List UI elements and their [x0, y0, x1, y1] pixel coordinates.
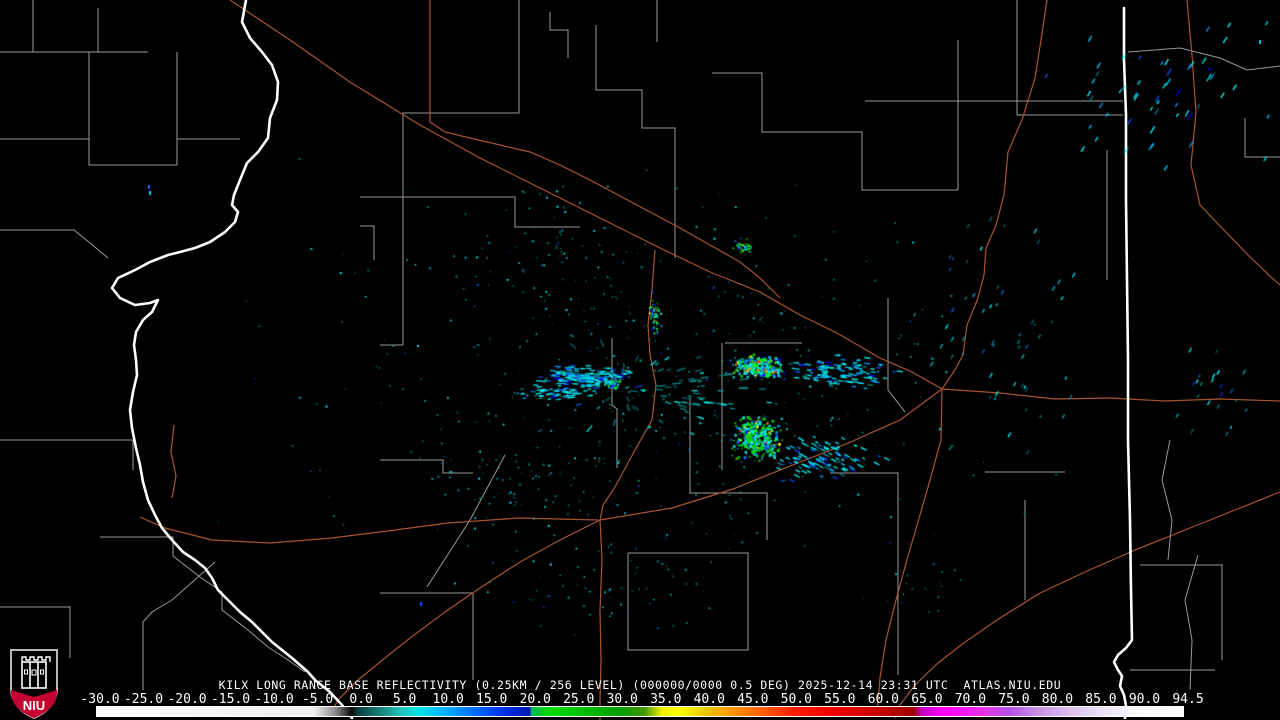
- radar-product-title: KILX LONG RANGE BASE REFLECTIVITY (0.25K…: [218, 678, 1062, 692]
- colorbar-tick-label: 40.0: [693, 692, 725, 707]
- colorbar-tick-label: -5.0: [301, 692, 334, 707]
- colorbar-tick-label: 35.0: [650, 692, 682, 707]
- colorbar-tick-label: 45.0: [737, 692, 769, 707]
- colorbar-tick-label: 20.0: [519, 692, 551, 707]
- niu-logo: NIU: [10, 649, 58, 720]
- colorbar-tick-label: -25.0: [123, 692, 164, 707]
- radar-echo-canvas: [0, 0, 1280, 720]
- colorbar-tick-label: 70.0: [954, 692, 987, 707]
- colorbar-tick-label: 55.0: [824, 692, 856, 707]
- colorbar-tick-label: 5.0: [392, 692, 417, 707]
- colorbar-tick-label: 10.0: [432, 692, 464, 707]
- colorbar-tick-label: -10.0: [254, 692, 294, 707]
- colorbar-tick-label: 60.0: [867, 692, 900, 707]
- reflectivity-colorbar: [96, 706, 1184, 717]
- colorbar-tick-label: -15.0: [210, 692, 251, 707]
- niu-logo-text: NIU: [23, 698, 45, 713]
- colorbar-tick-label: -30.0: [80, 692, 120, 707]
- colorbar-tick-label: 50.0: [780, 692, 812, 707]
- colorbar-tick-label: 80.0: [1041, 692, 1074, 707]
- colorbar-tick-label: 85.0: [1085, 692, 1117, 707]
- colorbar-tick-label: 25.0: [563, 692, 595, 707]
- colorbar-tick-label: 30.0: [606, 692, 638, 707]
- colorbar-tick-label: 94.5: [1172, 692, 1204, 707]
- radar-app: KILX LONG RANGE BASE REFLECTIVITY (0.25K…: [0, 0, 1280, 720]
- colorbar-tick-label: 65.0: [911, 692, 943, 707]
- colorbar-tick-label: 0.0: [349, 692, 373, 707]
- colorbar-tick-label: 90.0: [1128, 692, 1161, 707]
- colorbar-tick-labels: -30.0 -25.0 -20.0 -15.0 -10.0 -5.0 0.0 5.0 10.0 1…: [0, 693, 1280, 706]
- colorbar-tick-label: -20.0: [167, 692, 207, 707]
- colorbar-tick-label: 15.0: [476, 692, 508, 707]
- colorbar-tick-label: 75.0: [998, 692, 1030, 707]
